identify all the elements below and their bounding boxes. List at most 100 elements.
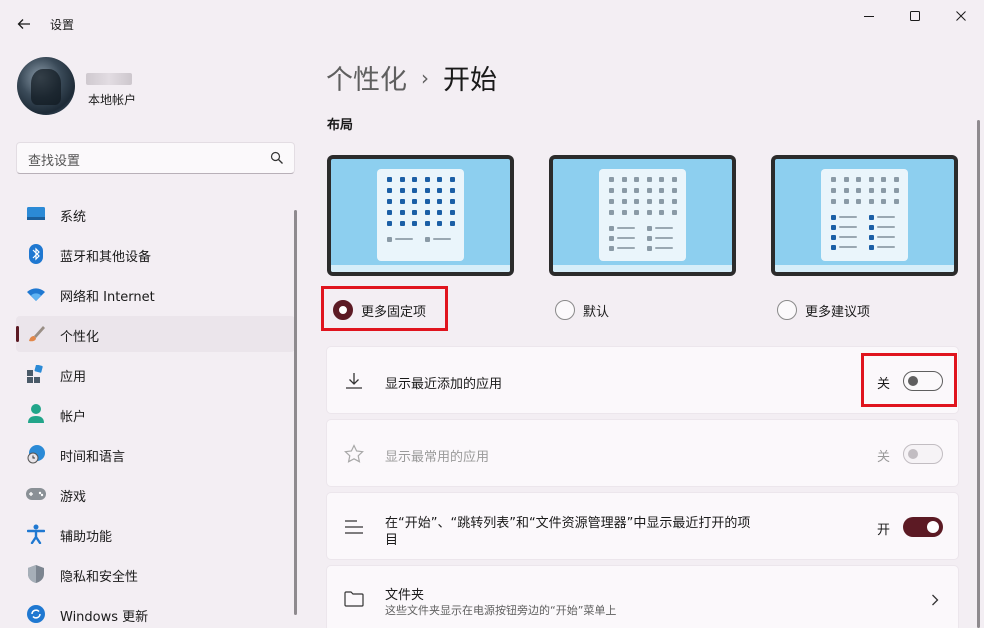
preview-screen	[553, 159, 732, 272]
download-icon	[346, 373, 362, 389]
pin-dot	[646, 210, 652, 215]
avatar[interactable]	[17, 57, 75, 115]
pin-dot	[893, 188, 899, 193]
radio-button[interactable]	[555, 300, 575, 320]
globe-clock-icon	[26, 444, 46, 464]
gamepad-icon	[26, 484, 46, 504]
list-icon	[345, 520, 363, 534]
sidebar-scrollbar[interactable]	[294, 210, 297, 615]
pin-dot	[424, 199, 430, 204]
pin-dot	[437, 210, 442, 215]
accessibility-icon	[26, 524, 46, 544]
system-icon	[26, 204, 46, 224]
breadcrumb: 个性化 › 开始	[326, 58, 497, 97]
pin-dot	[831, 188, 836, 193]
pin-dot	[659, 210, 664, 215]
pin-dot	[671, 199, 677, 204]
pin-dot	[399, 177, 405, 182]
pin-dot	[881, 177, 886, 182]
recommended-dot	[387, 237, 392, 242]
search-icon[interactable]	[270, 151, 284, 165]
sidebar-item-windows-update[interactable]: Windows 更新	[16, 596, 295, 628]
close-button[interactable]	[938, 0, 984, 32]
setting-recent-items: 在“开始”、“跳转列表”和“文件资源管理器”中显示最近打开的项 目 开	[326, 492, 959, 560]
layout-preview-default[interactable]	[549, 155, 736, 276]
recommended-line	[655, 227, 673, 229]
maximize-button[interactable]	[892, 0, 938, 32]
recommended-dot	[609, 226, 614, 231]
pin-dot	[634, 177, 639, 182]
pin-dot	[424, 188, 430, 193]
breadcrumb-parent[interactable]: 个性化	[326, 58, 407, 97]
sidebar-item-accessibility[interactable]: 辅助功能	[16, 516, 295, 552]
radio-label: 默认	[583, 304, 610, 320]
pin-dot	[621, 199, 627, 204]
pin-dot	[843, 177, 849, 182]
radio-button[interactable]	[777, 300, 797, 320]
pin-dot	[449, 199, 455, 204]
pin-dot	[659, 188, 664, 193]
setting-folders[interactable]: 文件夹 这些文件夹显示在电源按钮旁边的“开始”菜单上	[326, 565, 959, 628]
recommended-line	[839, 236, 857, 238]
pin-dot	[831, 177, 836, 182]
pin-dot	[449, 177, 455, 182]
search-input[interactable]: 查找设置	[16, 142, 295, 174]
pin-dot	[868, 188, 874, 193]
pin-dot	[843, 188, 849, 193]
toggle-switch[interactable]	[903, 517, 943, 537]
sidebar-item-label: 个性化	[60, 330, 100, 345]
sidebar-item-accounts[interactable]: 帐户	[16, 396, 295, 432]
toggle-state-text: 关	[877, 450, 891, 465]
minimize-button[interactable]	[846, 0, 892, 32]
sidebar-item-time-language[interactable]: 时间和语言	[16, 436, 295, 472]
pin-dot	[412, 221, 417, 226]
chevron-right-icon	[932, 594, 939, 606]
pin-dot	[449, 210, 455, 215]
recommended-dot	[609, 236, 614, 241]
recommended-dot	[869, 225, 874, 230]
close-icon	[956, 11, 966, 21]
taskbar-preview	[553, 265, 732, 272]
pin-dot	[831, 199, 836, 204]
recommended-line	[617, 247, 635, 249]
pin-dot	[868, 177, 874, 182]
preview-screen	[331, 159, 510, 272]
sidebar-item-bluetooth[interactable]: 蓝牙和其他设备	[16, 236, 295, 272]
radio-label: 更多建议项	[805, 304, 871, 320]
recommended-dot	[831, 235, 836, 240]
person-icon	[26, 404, 46, 424]
highlight-box	[321, 286, 448, 331]
pin-dot	[856, 199, 861, 204]
layout-preview-more-recommendations[interactable]	[771, 155, 958, 276]
sidebar-item-privacy[interactable]: 隐私和安全性	[16, 556, 295, 592]
setting-most-used: 显示最常用的应用 关	[326, 419, 959, 487]
back-button[interactable]	[8, 10, 40, 38]
setting-label-line2: 目	[385, 533, 399, 548]
sidebar-item-apps[interactable]: 应用	[16, 356, 295, 392]
pin-dot	[659, 199, 664, 204]
recommended-line	[655, 237, 673, 239]
pin-dot	[412, 210, 417, 215]
recommended-dot	[425, 237, 430, 242]
pin-dot	[646, 177, 652, 182]
sidebar-item-label: 蓝牙和其他设备	[60, 250, 152, 265]
pin-dot	[634, 188, 639, 193]
sidebar-item-gaming[interactable]: 游戏	[16, 476, 295, 512]
main-scrollbar[interactable]	[977, 120, 980, 628]
recommended-line	[877, 246, 895, 248]
layout-preview-more-pins[interactable]	[327, 155, 514, 276]
pin-dot	[856, 177, 861, 182]
toggle-switch	[903, 444, 943, 464]
radio-more-recommendations[interactable]: 更多建议项	[777, 298, 870, 322]
back-arrow-icon	[17, 19, 30, 29]
sidebar-item-personalization[interactable]: 个性化	[16, 316, 295, 352]
bluetooth-icon	[26, 244, 46, 264]
pin-dot	[399, 210, 405, 215]
pin-dot	[437, 221, 442, 226]
recommended-line	[395, 238, 413, 240]
radio-default[interactable]: 默认	[555, 298, 609, 322]
sidebar-item-network[interactable]: 网络和 Internet	[16, 276, 295, 312]
start-menu-preview	[377, 169, 464, 261]
pin-dot	[868, 199, 874, 204]
sidebar-item-system[interactable]: 系统	[16, 196, 295, 232]
